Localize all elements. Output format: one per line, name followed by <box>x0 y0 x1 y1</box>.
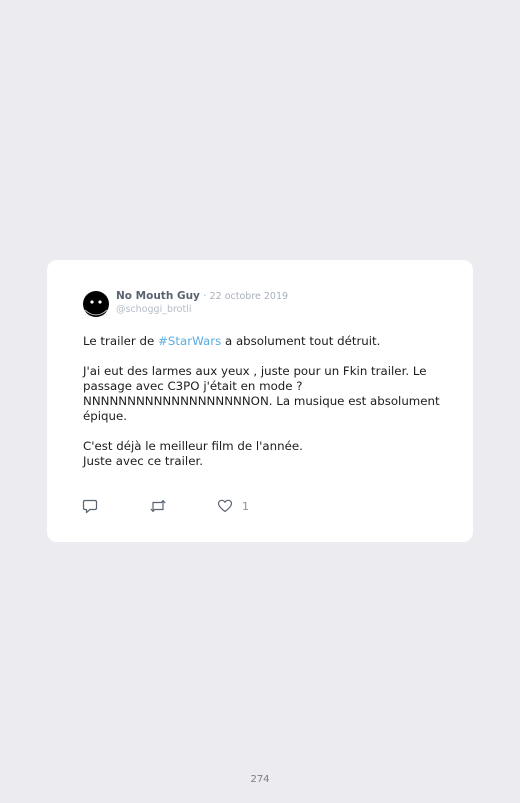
hashtag-link[interactable]: #StarWars <box>158 334 221 348</box>
text-segment: a absolument tout détruit. <box>221 334 381 348</box>
retweet-icon <box>150 499 166 513</box>
tweet-header: No Mouth Guy · 22 octobre 2019 @schoggi_… <box>116 290 288 316</box>
text-segment: C'est déjà le meilleur film de l'année. <box>83 439 303 453</box>
name-line: No Mouth Guy · 22 octobre 2019 <box>116 290 288 303</box>
avatar[interactable] <box>82 290 110 318</box>
no-mouth-face-icon <box>83 291 109 317</box>
page-number: 274 <box>250 774 270 785</box>
tweet-date[interactable]: 22 octobre 2019 <box>210 291 288 302</box>
reply-button[interactable] <box>82 498 98 514</box>
reply-icon <box>82 499 98 514</box>
tweet-paragraph: J'ai eut des larmes aux yeux , juste pou… <box>83 364 440 423</box>
tweet-paragraph: Le trailer de #StarWars a absolument tou… <box>83 334 443 349</box>
like-button[interactable]: 1 <box>217 498 249 514</box>
tweet-text: Le trailer de #StarWars a absolument tou… <box>83 334 443 469</box>
tweet-card: No Mouth Guy · 22 octobre 2019 @schoggi_… <box>47 260 473 542</box>
heart-icon <box>217 499 233 513</box>
retweet-button[interactable] <box>149 498 167 514</box>
tweet-paragraph: C'est déjà le meilleur film de l'année. J… <box>83 439 443 469</box>
author-name[interactable]: No Mouth Guy <box>116 290 200 302</box>
text-segment: Le trailer de <box>83 334 158 348</box>
separator: · <box>203 291 207 302</box>
like-count: 1 <box>242 499 249 513</box>
text-segment: Juste avec ce trailer. <box>83 454 203 468</box>
author-handle[interactable]: @schoggi_brotli <box>116 303 288 316</box>
